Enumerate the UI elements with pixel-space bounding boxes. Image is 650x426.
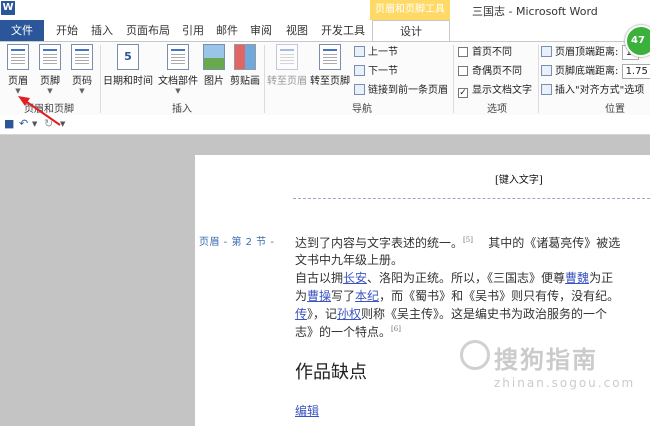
watermark-text: 搜狗指南 bbox=[494, 346, 598, 374]
watermark: 搜狗指南 zhinan.sogou.com bbox=[454, 338, 650, 398]
watermark-url: zhinan.sogou.com bbox=[494, 376, 636, 390]
watermark-logo-icon bbox=[460, 340, 490, 370]
